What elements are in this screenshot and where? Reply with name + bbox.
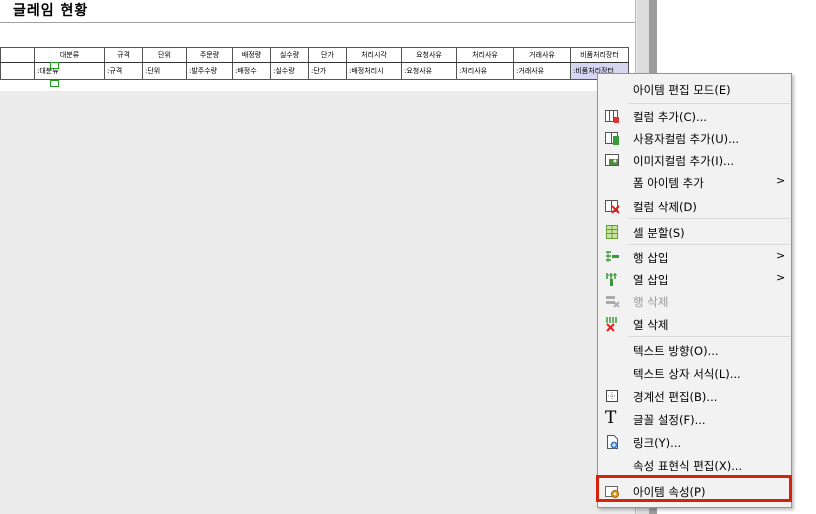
header-cell[interactable]: 실수량	[270, 47, 309, 63]
table-cell[interactable]: :배정처리시	[346, 62, 402, 80]
add-user-column-icon	[604, 130, 620, 146]
menu-item-text-direction[interactable]: 텍스트 방향(O)...	[598, 339, 791, 361]
menu-item-label: 컬럼 삭제(D)	[633, 200, 697, 214]
split-cell-icon	[604, 224, 620, 240]
title-divider	[0, 22, 636, 23]
menu-item-label: 속성 표현식 편집(X)...	[633, 459, 743, 473]
insert-column-icon	[604, 271, 620, 287]
table-cell[interactable]: :대분류	[34, 62, 105, 80]
menu-item-add-form-item[interactable]: 폼 아이템 추가 >	[598, 171, 791, 193]
submenu-arrow-icon: >	[776, 174, 786, 187]
menu-item-edit-mode[interactable]: 아이템 편집 모드(E)	[598, 78, 791, 100]
table-cell[interactable]: :배정수	[232, 62, 271, 80]
border-edit-icon	[604, 388, 620, 404]
menu-item-add-user-column[interactable]: 사용자컬럼 추가(U)...	[598, 127, 791, 149]
menu-item-split-cell[interactable]: 셀 분할(S)	[598, 221, 791, 243]
menu-item-delete-row: 행 삭제	[598, 290, 791, 312]
menu-item-label: 사용자컬럼 추가(U)...	[633, 132, 740, 146]
link-icon	[604, 434, 620, 450]
menu-item-link[interactable]: 링크(Y)...	[598, 431, 791, 453]
table-cell[interactable]: :발주수량	[186, 62, 233, 80]
table-cell[interactable]: :실수량	[270, 62, 309, 80]
delete-column-icon	[604, 198, 620, 214]
menu-item-label: 이미지컬럼 추가(I)...	[633, 154, 735, 168]
header-cell[interactable]: 대분류	[34, 47, 105, 63]
context-menu: 아이템 편집 모드(E) 컬럼 추가(C)... 사용자컬럼 추가(U)... …	[597, 73, 792, 508]
report-design-canvas: 글레임 현황 대분류 규격 단위 주문량 배정량 실수량 단가 처리시각 요청사…	[0, 0, 636, 514]
header-cell[interactable]: 배정량	[232, 47, 271, 63]
table-header-row[interactable]: 대분류 규격 단위 주문량 배정량 실수량 단가 처리시각 요청사유 처리사유 …	[0, 47, 629, 63]
menu-item-delete-column[interactable]: 컬럼 삭제(D)	[598, 195, 791, 217]
menu-item-label: 셀 분할(S)	[633, 226, 685, 240]
header-cell[interactable]: 요청사유	[401, 47, 457, 63]
menu-item-delete-column-x[interactable]: 열 삭제	[598, 313, 791, 335]
font-icon: T	[605, 408, 617, 428]
header-cell[interactable]: 단위	[142, 47, 187, 63]
table-cell[interactable]: :단위	[142, 62, 187, 80]
table-cell[interactable]: :규격	[104, 62, 143, 80]
menu-item-label: 컬럼 추가(C)...	[633, 110, 707, 124]
menu-item-property-expression[interactable]: 속성 표현식 편집(X)...	[598, 454, 791, 476]
menu-item-label: 아이템 편집 모드(E)	[633, 83, 731, 97]
header-cell[interactable]	[0, 47, 35, 63]
table-cell[interactable]: :요청사유	[401, 62, 457, 80]
menu-separator	[628, 336, 790, 337]
menu-item-label: 경계선 편집(B)...	[633, 390, 718, 404]
table-cell[interactable]	[0, 62, 35, 80]
submenu-arrow-icon: >	[776, 271, 786, 284]
menu-item-add-image-column[interactable]: 이미지컬럼 추가(I)...	[598, 149, 791, 171]
report-table[interactable]: 대분류 규격 단위 주문량 배정량 실수량 단가 처리시각 요청사유 처리사유 …	[0, 47, 629, 80]
menu-item-font-settings[interactable]: T 글꼴 설정(F)...	[598, 408, 791, 430]
header-cell[interactable]: 거래사유	[513, 47, 571, 63]
header-cell[interactable]: 단가	[308, 47, 347, 63]
insert-row-icon	[604, 249, 620, 265]
menu-item-border-edit[interactable]: 경계선 편집(B)...	[598, 385, 791, 407]
header-cell[interactable]: 처리사유	[456, 47, 514, 63]
menu-separator	[628, 218, 790, 219]
menu-item-label: 텍스트 상자 서식(L)...	[633, 367, 741, 381]
table-cell[interactable]: :처리사유	[456, 62, 514, 80]
delete-row-icon	[604, 293, 620, 309]
menu-item-add-column[interactable]: 컬럼 추가(C)...	[598, 105, 791, 127]
header-cell[interactable]: 규격	[104, 47, 143, 63]
menu-item-label: 열 삭제	[633, 318, 669, 332]
menu-item-label: 열 삽입	[633, 273, 669, 287]
menu-item-textbox-format[interactable]: 텍스트 상자 서식(L)...	[598, 362, 791, 384]
menu-item-insert-column[interactable]: 열 삽입 >	[598, 268, 791, 290]
menu-item-label: 텍스트 방향(O)...	[633, 344, 719, 358]
resize-handle[interactable]	[50, 62, 59, 69]
report-title: 글레임 현황	[13, 3, 89, 19]
header-cell[interactable]: 처리시각	[346, 47, 402, 63]
delete-column-x-icon	[604, 316, 620, 332]
table-row[interactable]: :대분류 :규격 :단위 :발주수량 :배정수 :실수량 :단가 :배정처리시 …	[0, 62, 629, 80]
resize-handle[interactable]	[50, 80, 59, 87]
submenu-arrow-icon: >	[776, 249, 786, 262]
menu-item-label: 폼 아이템 추가	[633, 176, 704, 190]
header-cell[interactable]: 비품처리장터	[570, 47, 629, 63]
menu-item-label: 행 삽입	[633, 251, 669, 265]
add-column-icon	[604, 108, 620, 124]
add-image-column-icon	[604, 152, 620, 168]
menu-item-insert-row[interactable]: 행 삽입 >	[598, 246, 791, 268]
menu-item-label: 링크(Y)...	[633, 436, 682, 450]
highlight-box	[596, 475, 792, 502]
table-cell[interactable]: :거래사유	[513, 62, 571, 80]
menu-item-label: 행 삭제	[633, 295, 669, 309]
menu-separator	[628, 244, 790, 245]
menu-separator	[628, 103, 790, 104]
menu-item-label: 글꼴 설정(F)...	[633, 413, 706, 427]
table-cell[interactable]: :단가	[308, 62, 347, 80]
header-cell[interactable]: 주문량	[186, 47, 233, 63]
